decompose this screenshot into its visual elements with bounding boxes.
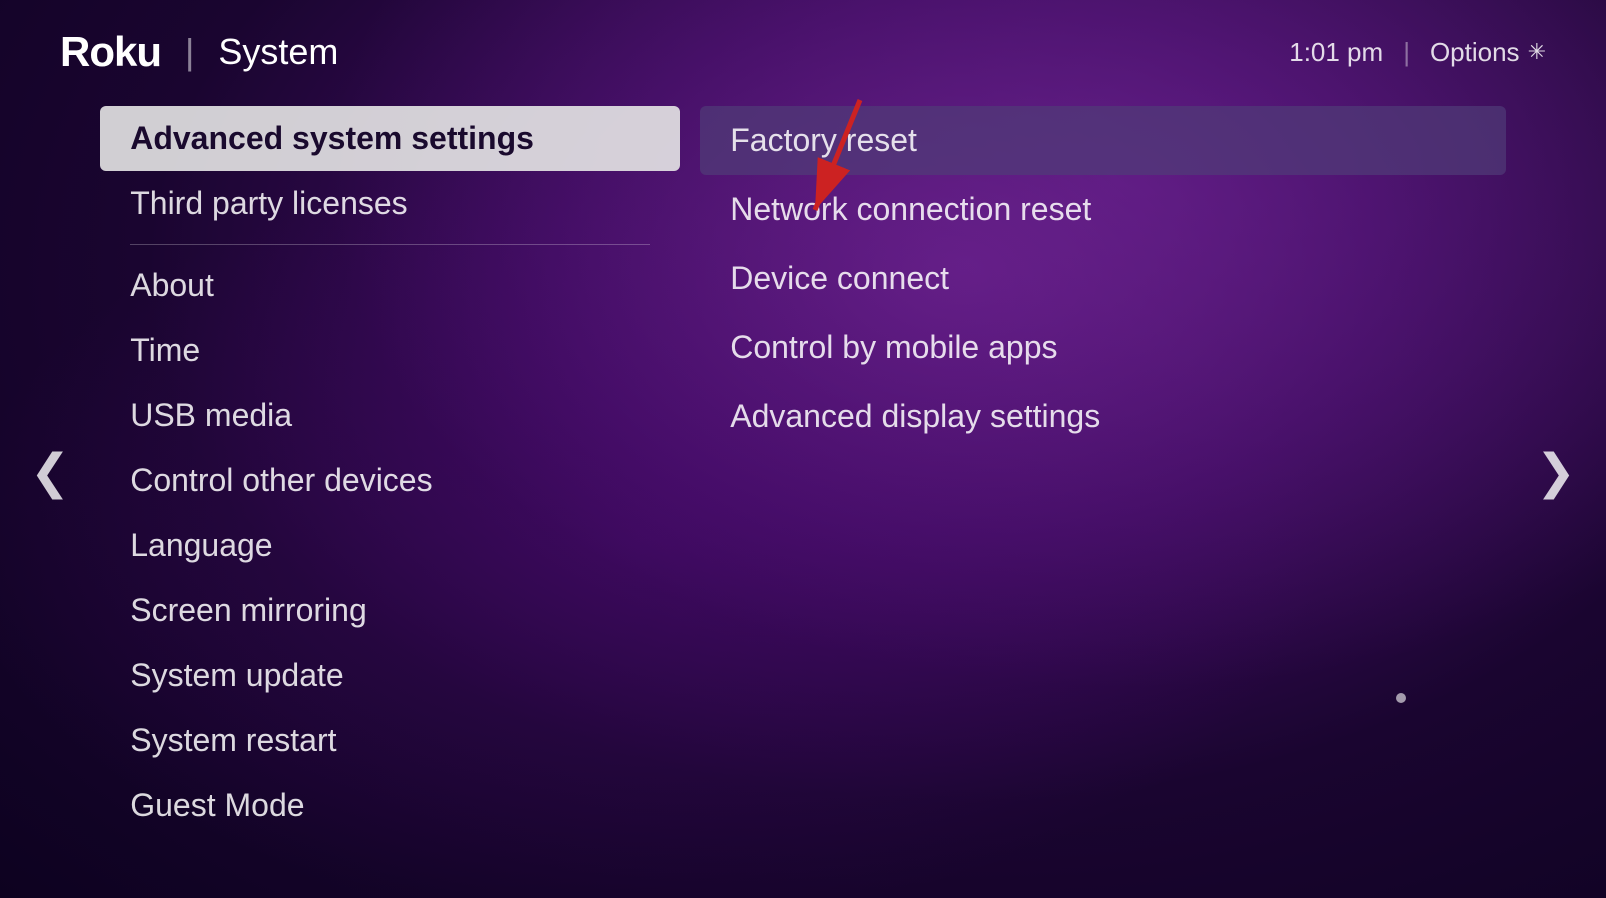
main-layout: ❮ Advanced system settings Third party l… bbox=[0, 106, 1606, 838]
header-right-divider: | bbox=[1403, 37, 1410, 68]
options-icon: ✳ bbox=[1528, 39, 1546, 65]
sidebar-item-time[interactable]: Time bbox=[100, 318, 680, 383]
right-item-device-connect[interactable]: Device connect bbox=[700, 244, 1506, 313]
right-item-control-by-mobile-apps[interactable]: Control by mobile apps bbox=[700, 313, 1506, 382]
options-label: Options bbox=[1430, 37, 1520, 68]
nav-right-arrow[interactable]: ❯ bbox=[1506, 444, 1606, 500]
header-divider: | bbox=[185, 31, 194, 73]
sidebar-item-guest-mode[interactable]: Guest Mode bbox=[100, 773, 680, 838]
dot-indicator bbox=[1396, 693, 1406, 703]
sidebar-item-usb-media[interactable]: USB media bbox=[100, 383, 680, 448]
right-panel: Factory reset Network connection reset D… bbox=[680, 106, 1506, 451]
sidebar-item-control-other-devices[interactable]: Control other devices bbox=[100, 448, 680, 513]
main-content: Roku | System 1:01 pm | Options ✳ ❮ bbox=[0, 0, 1606, 898]
sidebar-item-about[interactable]: About bbox=[100, 253, 680, 318]
right-item-advanced-display-settings[interactable]: Advanced display settings bbox=[700, 382, 1506, 451]
menu-divider bbox=[130, 244, 650, 245]
nav-left-arrow[interactable]: ❮ bbox=[0, 444, 100, 500]
clock-display: 1:01 pm bbox=[1289, 37, 1383, 68]
sidebar-item-screen-mirroring[interactable]: Screen mirroring bbox=[100, 578, 680, 643]
sidebar-item-system-update[interactable]: System update bbox=[100, 643, 680, 708]
right-item-factory-reset[interactable]: Factory reset bbox=[700, 106, 1506, 175]
sidebar-item-third-party-licenses[interactable]: Third party licenses bbox=[100, 171, 680, 236]
options-button[interactable]: Options ✳ bbox=[1430, 37, 1546, 68]
left-menu: Advanced system settings Third party lic… bbox=[100, 106, 680, 838]
header-left: Roku | System bbox=[60, 28, 338, 76]
sidebar-item-advanced-system-settings[interactable]: Advanced system settings bbox=[100, 106, 680, 171]
page-title: System bbox=[218, 31, 338, 73]
header: Roku | System 1:01 pm | Options ✳ bbox=[0, 0, 1606, 96]
sidebar-item-system-restart[interactable]: System restart bbox=[100, 708, 680, 773]
right-item-network-connection-reset[interactable]: Network connection reset bbox=[700, 175, 1506, 244]
roku-logo: Roku bbox=[60, 28, 161, 76]
sidebar-item-language[interactable]: Language bbox=[100, 513, 680, 578]
header-right: 1:01 pm | Options ✳ bbox=[1289, 37, 1546, 68]
